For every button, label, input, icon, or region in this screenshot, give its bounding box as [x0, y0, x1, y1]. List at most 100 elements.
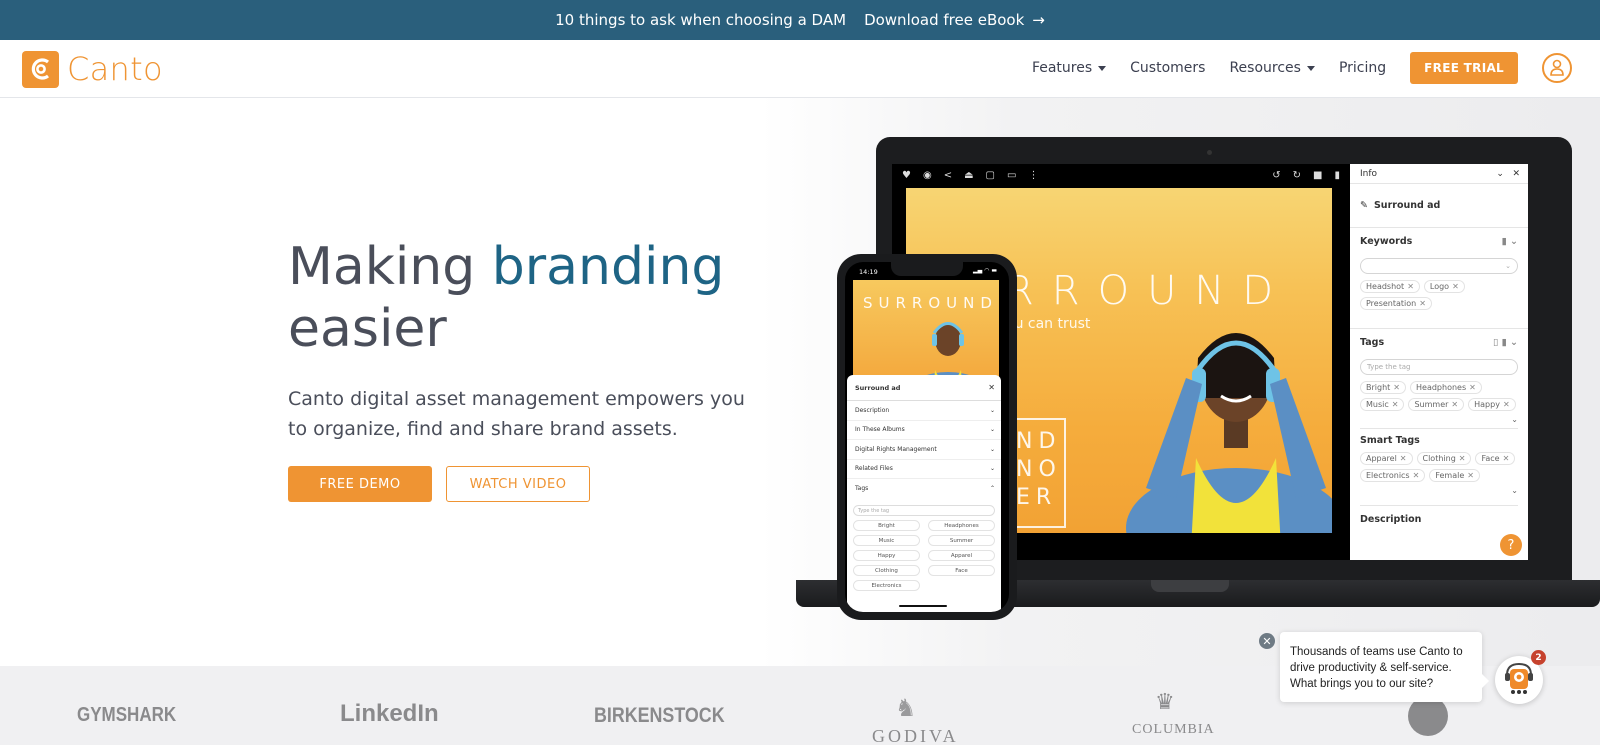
sheet-title: Surround ad: [855, 383, 901, 392]
keywords-section: Keywords ▮ ⌄ ⌄ Headshot ✕ Logo ✕ Presentat…: [1350, 228, 1528, 329]
tag-chip[interactable]: Headphones ✕: [1410, 381, 1482, 394]
phone-tag-chip[interactable]: Face: [928, 564, 995, 576]
info-panel-title: Info: [1360, 168, 1378, 179]
phone-status-icons: ▂▄ ◠ ▬: [973, 267, 997, 274]
remove-icon[interactable]: ✕: [1451, 400, 1458, 409]
keyword-chip[interactable]: Headshot ✕: [1360, 280, 1420, 293]
arrow-right-icon: →: [1032, 11, 1045, 29]
logo-columbia: COLUMBIA: [1132, 722, 1215, 737]
nav-resources-label: Resources: [1229, 60, 1301, 76]
ad-box-line: NO: [1016, 457, 1062, 482]
remove-icon[interactable]: ✕: [1413, 471, 1420, 480]
user-icon[interactable]: [1542, 53, 1572, 83]
download-ebook-link[interactable]: Download free eBook →: [864, 11, 1045, 29]
phone-details-sheet: Surround ad ✕ Description ⌄ In These Albu…: [847, 375, 1001, 612]
free-demo-button[interactable]: FREE DEMO: [288, 466, 432, 502]
close-icon[interactable]: ✕: [988, 383, 995, 392]
chip-label: Electronics: [1366, 471, 1410, 480]
section-label: Related Files: [855, 465, 893, 473]
sheet-section-tags[interactable]: Tags ⌃: [847, 479, 1001, 499]
nav-resources[interactable]: Resources: [1229, 60, 1315, 76]
ad-box-text: ND NO ER: [1016, 428, 1062, 512]
sheet-section-description[interactable]: Description ⌄: [847, 401, 1001, 421]
chip-label: Music: [1366, 400, 1389, 409]
trash-icon[interactable]: ▮ ⌄: [1502, 236, 1519, 247]
keywords-select[interactable]: ⌄: [1360, 258, 1518, 274]
phone-tag-chip[interactable]: Apparel: [928, 549, 995, 561]
tag-chips: Bright ✕ Headphones ✕ Music ✕ Summer ✕ Happy…: [1360, 381, 1518, 411]
phone-tag-chip[interactable]: Summer: [928, 534, 995, 546]
sheet-section-related[interactable]: Related Files ⌄: [847, 460, 1001, 479]
chip-label: Logo: [1429, 282, 1450, 291]
chat-message-bubble[interactable]: Thousands of teams use Canto to drive pr…: [1280, 632, 1489, 702]
chat-close-button[interactable]: ✕: [1259, 633, 1275, 649]
nav-features[interactable]: Features: [1032, 60, 1107, 76]
phone-tag-chip[interactable]: Bright: [853, 519, 920, 531]
free-trial-button[interactable]: FREE TRIAL: [1410, 52, 1518, 84]
phone-tag-chip[interactable]: Happy: [853, 549, 920, 561]
logo-gymshark: GYMSHARK: [77, 704, 177, 726]
chevron-down-icon[interactable]: ⌄: [1360, 486, 1518, 495]
sheet-section-drm[interactable]: Digital Rights Management ⌄: [847, 440, 1001, 460]
tag-input[interactable]: Type the tag: [1360, 359, 1518, 375]
download-icon: ⏏: [964, 169, 974, 181]
remove-icon[interactable]: ✕: [1469, 383, 1476, 392]
canto-logo-text: Canto: [67, 50, 163, 88]
info-panel: Info ⌄ ✕ ✎ Surround ad Keywords ▮ ⌄ ⌄ He…: [1350, 164, 1528, 560]
help-button[interactable]: ?: [1500, 534, 1522, 556]
smart-tag-chip[interactable]: Electronics ✕: [1360, 469, 1426, 482]
nav-pricing[interactable]: Pricing: [1339, 60, 1386, 76]
smart-tag-chip[interactable]: Face ✕: [1475, 452, 1516, 465]
phone-tag-chip[interactable]: Music: [853, 534, 920, 546]
hero-text: Making branding easier Canto digital ass…: [288, 236, 768, 444]
phone-tag-chip[interactable]: Clothing: [853, 564, 920, 576]
chevron-down-icon[interactable]: ⌄: [1496, 169, 1504, 179]
smart-tags-label: Smart Tags: [1360, 435, 1420, 446]
remove-icon[interactable]: ✕: [1419, 299, 1426, 308]
tag-chip[interactable]: Happy ✕: [1468, 398, 1516, 411]
phone-mockup: 14:19 ▂▄ ◠ ▬ SURROUND Surround ad ✕ Desc…: [837, 254, 1017, 620]
remove-icon[interactable]: ✕: [1503, 400, 1510, 409]
headline-accent: branding: [491, 237, 725, 297]
smart-tag-chip[interactable]: Clothing ✕: [1416, 452, 1472, 465]
trash-icon: ▮: [1334, 169, 1340, 181]
keyword-chip[interactable]: Logo ✕: [1423, 280, 1465, 293]
remove-icon[interactable]: ✕: [1407, 282, 1414, 291]
remove-icon[interactable]: ✕: [1392, 400, 1399, 409]
announcement-bar: 10 things to ask when choosing a DAM Dow…: [0, 0, 1600, 40]
description-label[interactable]: Description: [1360, 505, 1518, 525]
remove-icon[interactable]: ✕: [1459, 454, 1466, 463]
info-panel-controls: ⌄ ✕: [1496, 169, 1520, 179]
section-label: Tags: [855, 485, 869, 493]
remove-icon[interactable]: ✕: [1393, 383, 1400, 392]
smart-tag-chip[interactable]: Apparel ✕: [1360, 452, 1413, 465]
headline-part1: Making: [288, 237, 492, 297]
tag-chip[interactable]: Bright ✕: [1360, 381, 1406, 394]
tag-chip[interactable]: Summer ✕: [1408, 398, 1465, 411]
undo-icon: ↺: [1272, 169, 1281, 181]
chevron-down-icon[interactable]: ⌄: [1360, 415, 1518, 424]
remove-icon[interactable]: ✕: [1400, 454, 1407, 463]
phone-tag-chip[interactable]: Headphones: [928, 519, 995, 531]
phone-tag-input[interactable]: Type the tag: [853, 504, 995, 516]
tags-actions[interactable]: ▯ ▮ ⌄: [1493, 337, 1518, 348]
comment-icon: ▭: [1007, 169, 1017, 181]
watch-video-button[interactable]: WATCH VIDEO: [446, 466, 590, 502]
chevron-down-icon: ⌄: [989, 465, 995, 473]
close-icon[interactable]: ✕: [1512, 169, 1520, 179]
phone-tag-chip[interactable]: Electronics: [853, 579, 920, 591]
pencil-icon[interactable]: ✎: [1360, 200, 1368, 211]
chevron-down-icon: ⌄: [989, 445, 995, 453]
nav-customers[interactable]: Customers: [1130, 60, 1205, 76]
download-ebook-label: Download free eBook: [864, 11, 1025, 29]
tag-chip[interactable]: Music ✕: [1360, 398, 1405, 411]
chip-label: Happy: [1474, 400, 1500, 409]
remove-icon[interactable]: ✕: [1503, 454, 1510, 463]
canto-logo[interactable]: Canto: [22, 50, 163, 88]
ad-box-line: ER: [1016, 485, 1058, 510]
remove-icon[interactable]: ✕: [1467, 471, 1474, 480]
sheet-section-albums[interactable]: In These Albums ⌄: [847, 421, 1001, 440]
smart-tag-chip[interactable]: Female ✕: [1429, 469, 1480, 482]
remove-icon[interactable]: ✕: [1452, 282, 1459, 291]
keyword-chip[interactable]: Presentation ✕: [1360, 297, 1432, 310]
